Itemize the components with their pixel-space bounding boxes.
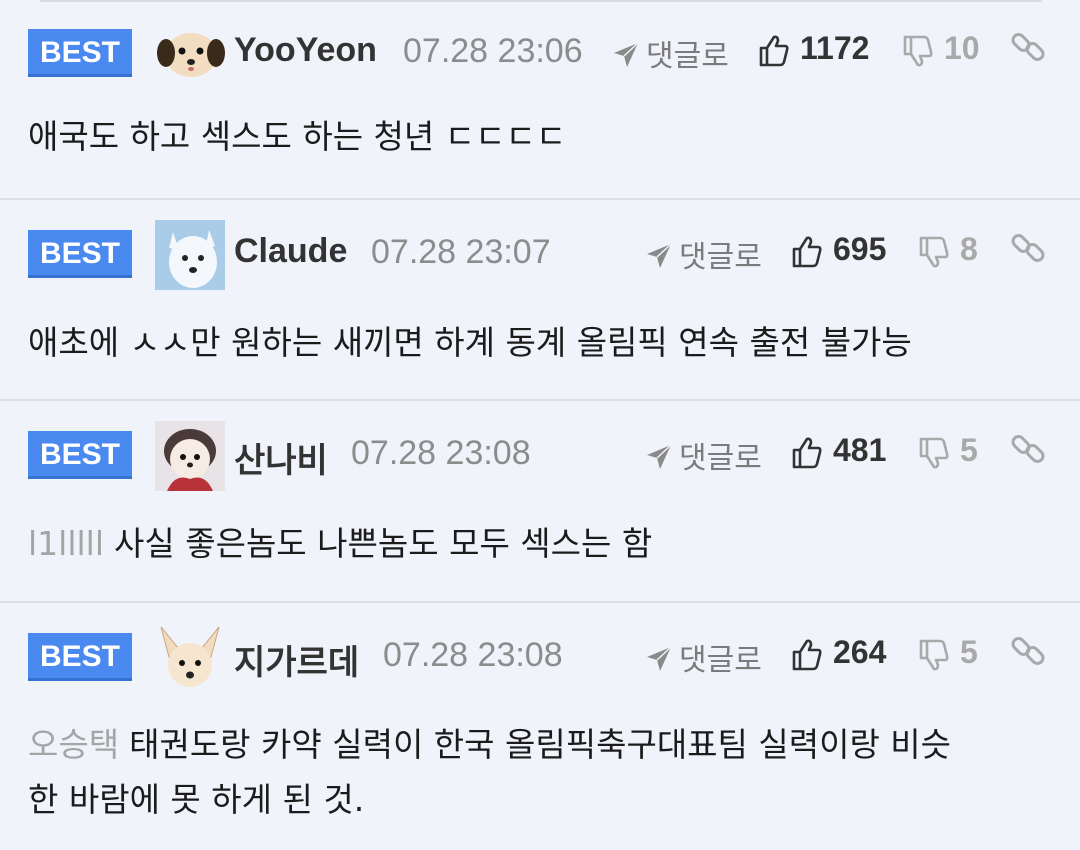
like-button[interactable]: 481 bbox=[791, 432, 886, 470]
paper-plane-icon bbox=[647, 646, 672, 671]
timestamp: 07.28 23:08 bbox=[383, 636, 563, 674]
link-icon[interactable] bbox=[1008, 27, 1048, 67]
reply-mention[interactable]: l1lllll bbox=[28, 524, 104, 563]
reply-button[interactable]: 댓글로 bbox=[612, 31, 729, 75]
thumbs-down-icon bbox=[919, 437, 949, 469]
avatar[interactable] bbox=[156, 15, 226, 85]
comment-text: l1lllll 사실 좋은놈도 나쁜놈도 모두 섹스는 함 bbox=[28, 519, 652, 569]
comment-header: BEST Claude 07.28 23:07 댓글로 695 8 bbox=[0, 200, 1080, 300]
comment-body: 태권도랑 카약 실력이 한국 올림픽축구대표팀 실력이랑 비슷 bbox=[129, 725, 952, 764]
comment-body: 사실 좋은놈도 나쁜놈도 모두 섹스는 함 bbox=[114, 524, 653, 563]
comment-header: BEST 지가르데 07.28 23:08 댓글로 264 5 bbox=[0, 603, 1080, 703]
thumbs-down-icon bbox=[903, 35, 933, 67]
comment-body: 애국도 하고 섹스도 하는 청년 ㄷㄷㄷㄷ bbox=[28, 117, 567, 156]
like-count: 1172 bbox=[800, 30, 870, 66]
best-badge: BEST bbox=[28, 633, 132, 681]
like-count: 695 bbox=[833, 231, 887, 267]
avatar[interactable] bbox=[155, 220, 225, 290]
author-name[interactable]: 산나비 bbox=[234, 433, 328, 482]
paper-plane-icon bbox=[614, 42, 639, 67]
dislike-count: 8 bbox=[960, 231, 978, 267]
comment-text: 오승택 태권도랑 카약 실력이 한국 올림픽축구대표팀 실력이랑 비슷 bbox=[28, 720, 951, 770]
comment-body-continued: 한 바람에 못 하게 된 것. bbox=[28, 780, 365, 819]
timestamp: 07.28 23:06 bbox=[403, 32, 583, 70]
comment-text: 애초에 ㅅㅅ만 원하는 새끼면 하계 동계 올림픽 연속 출전 불가능 bbox=[28, 318, 912, 368]
reply-label: 댓글로 bbox=[679, 240, 762, 275]
thumbs-up-icon bbox=[792, 236, 822, 267]
best-badge: BEST bbox=[28, 29, 132, 77]
reply-label: 댓글로 bbox=[679, 441, 762, 476]
dislike-button[interactable]: 10 bbox=[902, 30, 980, 68]
best-badge: BEST bbox=[28, 431, 132, 479]
like-count: 481 bbox=[833, 432, 887, 468]
thumbs-up-icon bbox=[792, 437, 822, 468]
comment-header: BEST 산나비 07.28 23:08 댓글로 481 5 bbox=[0, 401, 1080, 501]
comment-item: BEST 산나비 07.28 23:08 댓글로 481 5 l1lllll 사… bbox=[0, 401, 1080, 603]
reply-mention[interactable]: 오승택 bbox=[28, 725, 119, 764]
timestamp: 07.28 23:07 bbox=[371, 233, 551, 271]
like-count: 264 bbox=[833, 634, 887, 670]
dislike-count: 5 bbox=[960, 634, 978, 670]
reply-button[interactable]: 댓글로 bbox=[645, 232, 762, 276]
paper-plane-icon bbox=[647, 444, 672, 469]
thumbs-down-icon bbox=[919, 639, 949, 671]
author-name[interactable]: 지가르데 bbox=[234, 635, 359, 684]
like-button[interactable]: 1172 bbox=[758, 30, 869, 68]
link-icon[interactable] bbox=[1008, 228, 1048, 268]
thumbs-up-icon bbox=[759, 35, 789, 66]
best-badge: BEST bbox=[28, 230, 132, 278]
reply-label: 댓글로 bbox=[646, 39, 729, 74]
comment-text-line-2: 한 바람에 못 하게 된 것. bbox=[28, 775, 364, 825]
link-icon[interactable] bbox=[1008, 631, 1048, 671]
comment-item: BEST Claude 07.28 23:07 댓글로 695 8 애초에 ㅅㅅ… bbox=[0, 200, 1080, 401]
dislike-count: 5 bbox=[960, 432, 978, 468]
dislike-button[interactable]: 5 bbox=[918, 432, 978, 470]
timestamp: 07.28 23:08 bbox=[351, 434, 531, 472]
author-name[interactable]: Claude bbox=[234, 232, 347, 271]
avatar[interactable] bbox=[155, 623, 225, 693]
comment-text: 애국도 하고 섹스도 하는 청년 ㄷㄷㄷㄷ bbox=[28, 112, 566, 162]
comment-header: BEST YooYeon 07.28 23:06 댓글로 1172 10 bbox=[0, 0, 1080, 100]
avatar[interactable] bbox=[155, 421, 225, 491]
like-button[interactable]: 695 bbox=[791, 231, 886, 269]
dislike-button[interactable]: 8 bbox=[918, 231, 978, 269]
like-button[interactable]: 264 bbox=[791, 634, 886, 672]
reply-label: 댓글로 bbox=[679, 643, 762, 678]
comment-body: 애초에 ㅅㅅ만 원하는 새끼면 하계 동계 올림픽 연속 출전 불가능 bbox=[28, 323, 912, 362]
comment-item: BEST 지가르데 07.28 23:08 댓글로 264 5 오승택태권도랑 bbox=[0, 603, 1080, 850]
thumbs-up-icon bbox=[792, 639, 822, 670]
link-icon[interactable] bbox=[1008, 429, 1048, 469]
reply-button[interactable]: 댓글로 bbox=[645, 635, 762, 679]
author-name[interactable]: YooYeon bbox=[234, 31, 377, 70]
paper-plane-icon bbox=[647, 243, 672, 268]
comment-item: BEST YooYeon 07.28 23:06 댓글로 1172 10 애국도… bbox=[0, 0, 1080, 200]
dislike-count: 10 bbox=[944, 30, 980, 66]
thumbs-down-icon bbox=[919, 236, 949, 268]
dislike-button[interactable]: 5 bbox=[918, 634, 978, 672]
reply-button[interactable]: 댓글로 bbox=[645, 433, 762, 477]
